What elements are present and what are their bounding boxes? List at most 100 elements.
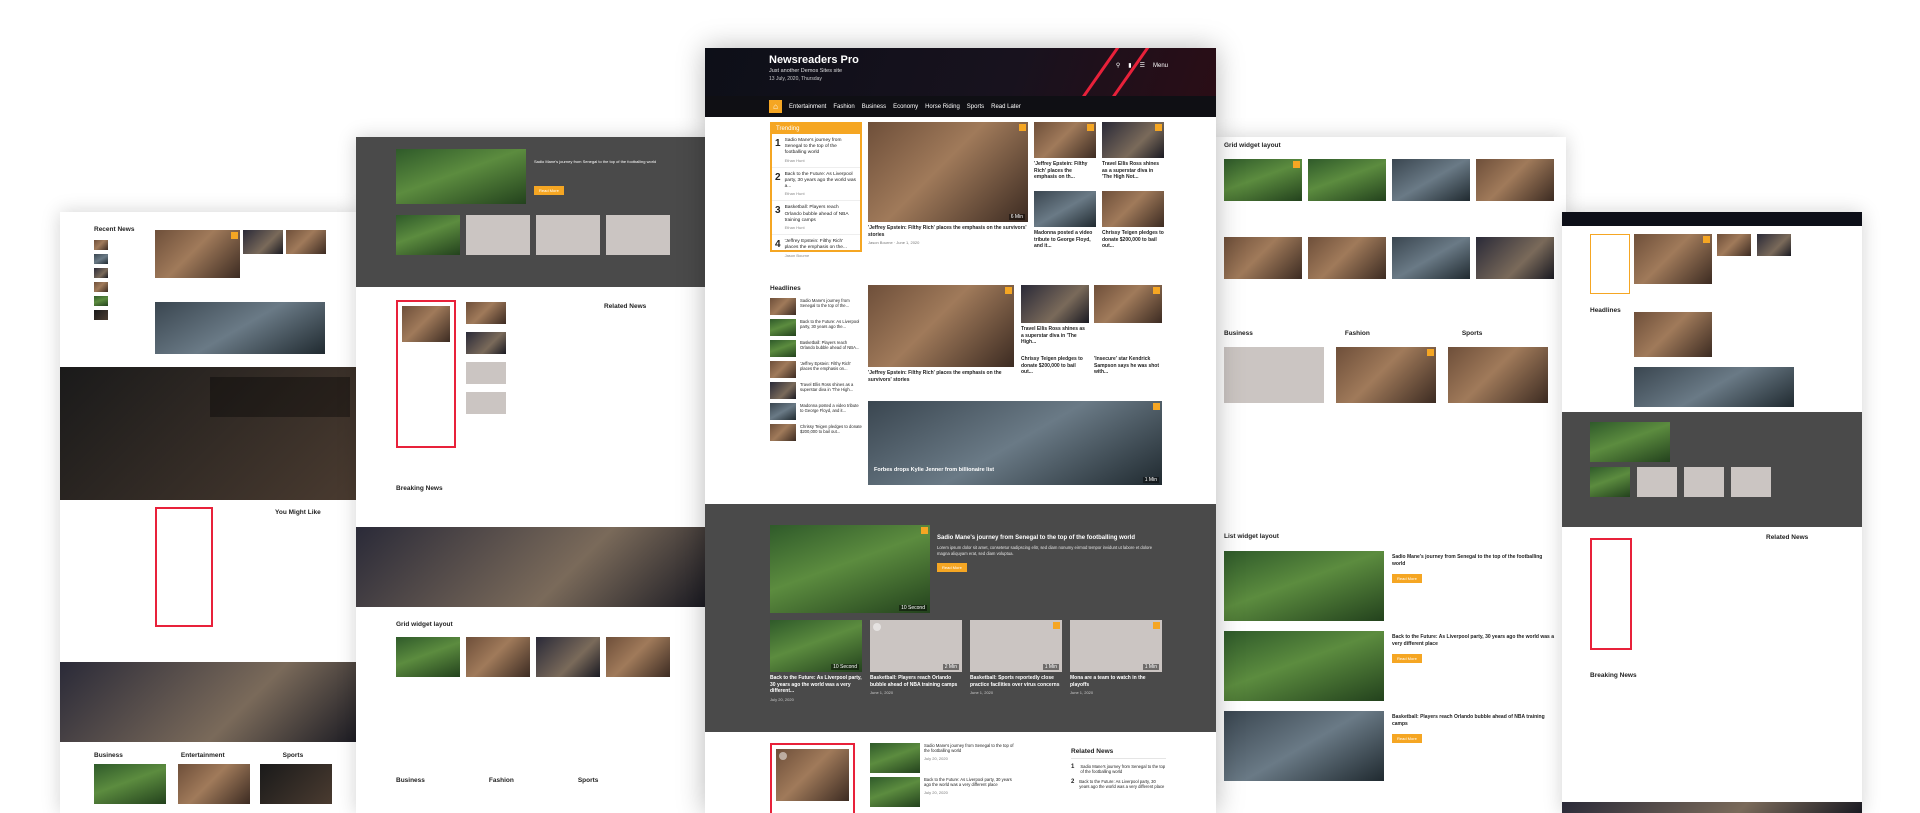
read-more-button[interactable]: Read More	[1392, 734, 1422, 743]
search-icon[interactable]: ⚲	[1116, 62, 1120, 69]
bookmark-icon[interactable]: ▮	[1128, 62, 1131, 69]
card-image[interactable]	[466, 362, 506, 384]
highlight-card[interactable]	[396, 300, 456, 448]
headline-card-title[interactable]: 'Insecure' star Kendrick Sampson says he…	[1094, 356, 1162, 376]
trending-item[interactable]: 3 Basketball: Players reach Orlando bubb…	[772, 201, 860, 236]
card-image[interactable]	[1224, 237, 1302, 279]
list-item[interactable]	[94, 240, 150, 250]
hero-card[interactable]: 6 Min 'Jeffrey Epstein: Filthy Rich' pla…	[868, 122, 1028, 245]
feature-image[interactable]: 10 Second	[770, 525, 930, 613]
trending-title[interactable]: 'Jeffrey Epstein: Filthy Rich' places th…	[785, 239, 857, 251]
card-image[interactable]	[1757, 234, 1791, 256]
trending-item[interactable]: 1 Sadio Mane's journey from Senegal to t…	[772, 134, 860, 168]
card-image[interactable]	[466, 392, 506, 414]
card-image[interactable]	[260, 764, 332, 804]
related-title[interactable]: Sadio Mane's journey from Senegal to the…	[1080, 764, 1166, 775]
hero-title[interactable]: 'Jeffrey Epstein: Filthy Rich' places th…	[868, 225, 1028, 238]
side-card[interactable]: Chrissy Teigen pledges to donate $200,00…	[1102, 191, 1164, 250]
headline-card-title[interactable]: 'Jeffrey Epstein: Filthy Rich' places th…	[868, 370, 1014, 383]
card-image[interactable]	[243, 230, 283, 254]
side-card-title[interactable]: 'Jeffrey Epstein: Filthy Rich' places th…	[1034, 161, 1096, 181]
card-image[interactable]	[1392, 237, 1470, 279]
headline-card[interactable]: 'Insecure' star Kendrick Sampson says he…	[1094, 353, 1162, 376]
wide-card-title[interactable]: Forbes drops Kylie Jenner from billionai…	[874, 467, 994, 473]
list-item[interactable]: Back to the Future: As Liverpool party, …	[1224, 631, 1554, 701]
list-item[interactable]	[94, 296, 150, 306]
list-item-title[interactable]: Sadio Mane's journey from Senegal to the…	[924, 743, 1020, 754]
feature-title[interactable]: Sadio Mane's journey from Senegal to the…	[937, 535, 1157, 541]
headline-card-title[interactable]: Chrissy Teigen pledges to donate $200,00…	[1021, 356, 1089, 376]
list-item-title[interactable]: Back to the Future: As Liverpool party, …	[800, 319, 862, 336]
highlight-card[interactable]	[1590, 538, 1632, 650]
card-image[interactable]	[1392, 159, 1470, 201]
card-image[interactable]	[155, 302, 325, 354]
trending-title[interactable]: Back to the Future: As Liverpool party, …	[785, 172, 857, 191]
list-item[interactable]: Madonna posted a video tribute to George…	[770, 403, 862, 420]
card-image[interactable]	[1634, 312, 1712, 357]
list-item[interactable]: 'Jeffrey Epstein: Filthy Rich' places th…	[770, 361, 862, 378]
home-icon[interactable]: ⌂	[769, 100, 782, 113]
related-item[interactable]: 2 Back to the Future: As Liverpool party,…	[1071, 779, 1166, 790]
list-item-title[interactable]: 'Jeffrey Epstein: Filthy Rich' places th…	[800, 361, 862, 378]
card-image[interactable]	[1634, 234, 1712, 284]
card-image[interactable]	[94, 764, 166, 804]
card-image[interactable]	[1224, 347, 1324, 403]
headline-card-title[interactable]: Travel Ellis Ross shines as a superstar …	[1021, 326, 1089, 346]
card-image[interactable]	[466, 637, 530, 677]
grid-card[interactable]: 10 Second Back to the Future: As Liverpo…	[770, 620, 862, 702]
list-item[interactable]: Sadio Mane's journey from Senegal to the…	[1224, 551, 1554, 621]
list-item-title[interactable]: Sadio Mane's journey from Senegal to the…	[1392, 554, 1554, 567]
card-image[interactable]	[466, 215, 530, 255]
card-image[interactable]	[1731, 467, 1771, 497]
card-image[interactable]	[155, 230, 240, 278]
hero-image[interactable]: 6 Min	[868, 122, 1028, 222]
side-card[interactable]: 'Jeffrey Epstein: Filthy Rich' places th…	[1034, 122, 1096, 181]
nav-item-fashion[interactable]: Fashion	[833, 104, 854, 110]
grid-card-title[interactable]: Basketball: Players reach Orlando bubble…	[870, 675, 962, 688]
list-item-title[interactable]: Travel Ellis Ross shines as a superstar …	[800, 382, 862, 399]
read-more-button[interactable]: Read More	[1392, 654, 1422, 663]
list-item-title[interactable]: Madonna posted a video tribute to George…	[800, 403, 862, 420]
side-card-title[interactable]: Madonna posted a video tribute to George…	[1034, 230, 1096, 250]
card-image[interactable]	[1590, 467, 1630, 497]
read-more-button[interactable]: Read More	[534, 186, 564, 195]
nav-item-entertainment[interactable]: Entertainment	[789, 104, 826, 110]
card-image[interactable]	[1717, 234, 1751, 256]
trending-item[interactable]: 4 'Jeffrey Epstein: Filthy Rich' places …	[772, 235, 860, 261]
highlight-card[interactable]	[155, 507, 213, 627]
nav-item-sports[interactable]: Sports	[967, 104, 984, 110]
list-item[interactable]: Sadio Mane's journey from Senegal to the…	[770, 298, 862, 315]
list-item[interactable]: Basketball: Players reach Orlando bubble…	[1224, 711, 1554, 781]
grid-card-title[interactable]: Mona are a team to watch in the playoffs	[1070, 675, 1162, 688]
menu-icon[interactable]: ☰	[1140, 62, 1145, 69]
card-image[interactable]	[1476, 159, 1554, 201]
headline-card[interactable]: Travel Ellis Ross shines as a superstar …	[1021, 285, 1089, 346]
card-image[interactable]	[286, 230, 326, 254]
related-item[interactable]: 1 Sadio Mane's journey from Senegal to th…	[1071, 764, 1166, 775]
side-card[interactable]: Madonna posted a video tribute to George…	[1034, 191, 1096, 250]
list-item[interactable]	[94, 254, 150, 264]
feature-image[interactable]	[1590, 422, 1670, 462]
headline-card[interactable]	[1094, 285, 1162, 323]
list-item-title[interactable]: Sadio Mane's journey from Senegal to the…	[800, 298, 862, 315]
list-item[interactable]: Back to the Future: As Liverpool party, …	[870, 777, 1020, 807]
list-item[interactable]: Chrissy Teigen pledges to donate $200,00…	[770, 424, 862, 441]
card-image[interactable]	[466, 302, 506, 324]
grid-card-title[interactable]: Basketball: Sports reportedly close prac…	[970, 675, 1062, 688]
grid-card[interactable]: 1 Min Basketball: Sports reportedly clos…	[970, 620, 1062, 695]
grid-card-title[interactable]: Back to the Future: As Liverpool party, …	[770, 675, 862, 695]
nav-item-economy[interactable]: Economy	[893, 104, 918, 110]
trending-title[interactable]: Basketball: Players reach Orlando bubble…	[785, 205, 857, 224]
list-item-title[interactable]: Back to the Future: As Liverpool party, …	[924, 777, 1020, 788]
card-image[interactable]	[1224, 159, 1302, 201]
card-image[interactable]	[536, 215, 600, 255]
trending-title[interactable]: Sadio Mane's journey from Senegal to the…	[785, 138, 857, 157]
card-image[interactable]	[536, 637, 600, 677]
nav-item-read-later[interactable]: Read Later	[991, 104, 1021, 110]
wide-card-image[interactable]: Forbes drops Kylie Jenner from billionai…	[868, 401, 1162, 485]
list-item[interactable]: Travel Ellis Ross shines as a superstar …	[770, 382, 862, 399]
related-title[interactable]: Back to the Future: As Liverpool party, …	[1079, 779, 1166, 790]
card-image[interactable]	[606, 215, 670, 255]
card-image[interactable]	[466, 332, 506, 354]
nav-item-horse-riding[interactable]: Horse Riding	[925, 104, 960, 110]
